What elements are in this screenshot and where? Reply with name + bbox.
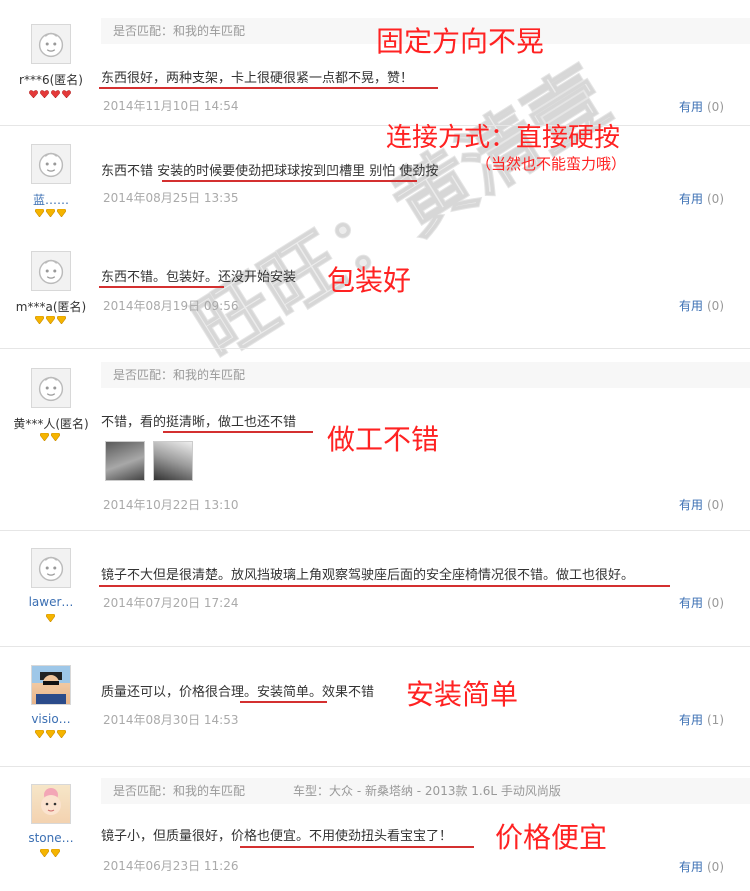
review-text: 镜子小，但质量很好，价格也便宜。不用使劲扭头看宝宝了！ [101, 829, 453, 844]
useful-count: (0) [707, 596, 724, 610]
username[interactable]: 黄***人(匿名) [1, 415, 101, 432]
diamond-badge-icon [46, 209, 55, 217]
avatar[interactable] [31, 784, 71, 824]
match-label: 是否匹配：和我的车匹配 [113, 784, 246, 798]
avatar[interactable] [31, 368, 71, 408]
useful-button[interactable]: 有用 (0) [679, 496, 724, 513]
useful-count: (0) [707, 100, 724, 114]
avatar[interactable] [31, 665, 71, 705]
useful-count: (0) [707, 860, 724, 874]
diamond-badge-icon [46, 316, 55, 324]
username[interactable]: lawer… [1, 595, 101, 609]
username[interactable]: stone… [1, 831, 101, 845]
annotation-label: 安装简单 [406, 678, 519, 711]
highlight-underline [240, 701, 327, 703]
review-text: 东西不错 安装的时候要使劲把球球按到凹槽里 别怕 使劲按 [101, 164, 439, 179]
diamond-badge-icon [40, 433, 49, 441]
user-level-badges [0, 614, 100, 622]
user-level-badges [0, 90, 100, 98]
useful-count: (0) [707, 192, 724, 206]
avatar[interactable] [31, 144, 71, 184]
highlight-underline [240, 846, 474, 848]
review-divider [0, 125, 750, 126]
useful-button[interactable]: 有用 (0) [679, 98, 724, 115]
review-divider [0, 766, 750, 767]
heart-badge-icon [40, 90, 49, 98]
match-label: 是否匹配：和我的车匹配 [113, 24, 246, 38]
car-model-label: 车型：大众 - 新桑塔纳 - 2013款 1.6L 手动风尚版 [293, 784, 561, 798]
highlight-underline [99, 87, 438, 89]
user-level-badges [0, 209, 100, 217]
review-divider [0, 530, 750, 531]
useful-count: (1) [707, 713, 724, 727]
user-photo-icon [36, 672, 66, 704]
diamond-badge-icon [35, 730, 44, 738]
avatar[interactable] [31, 548, 71, 588]
useful-button[interactable]: 有用 (1) [679, 711, 724, 728]
useful-button[interactable]: 有用 (0) [679, 297, 724, 314]
annotation-label: 包装好 [327, 264, 412, 297]
annotation-label: 连接方式：直接硬按 [386, 123, 621, 153]
user-level-badges [0, 849, 100, 857]
review-date: 2014年08月19日 09:56 [103, 299, 239, 313]
annotation-label: 价格便宜 [495, 821, 608, 854]
diamond-badge-icon [57, 316, 66, 324]
match-bar: 是否匹配：和我的车匹配 车型：大众 - 新桑塔纳 - 2013款 1.6L 手动… [101, 778, 750, 804]
review-text: 不错，看的挺清晰，做工也还不错 [101, 415, 297, 430]
highlight-underline [163, 431, 313, 433]
diamond-badge-icon [57, 209, 66, 217]
avatar[interactable] [31, 251, 71, 291]
match-bar: 是否匹配：和我的车匹配 [101, 362, 750, 388]
review-photo-thumbnail[interactable] [153, 441, 193, 481]
username[interactable]: 蓝…… [1, 191, 101, 208]
review-text: 东西很好，两种支架，卡上很硬很紧一点都不晃，赞！ [101, 71, 414, 86]
highlight-underline [99, 286, 224, 288]
annotation-label: 固定方向不晃 [376, 25, 545, 58]
heart-badge-icon [62, 90, 71, 98]
user-level-badges [0, 316, 100, 324]
user-level-badges [0, 433, 100, 441]
useful-count: (0) [707, 498, 724, 512]
diamond-badge-icon [51, 849, 60, 857]
diamond-badge-icon [35, 209, 44, 217]
diamond-badge-icon [35, 316, 44, 324]
review-date: 2014年08月25日 13:35 [103, 191, 239, 205]
review-divider [0, 348, 750, 349]
heart-badge-icon [51, 90, 60, 98]
review-date: 2014年10月22日 13:10 [103, 498, 239, 512]
review-text: 东西不错。包装好。还没开始安装 [101, 270, 297, 285]
diamond-badge-icon [46, 730, 55, 738]
review-date: 2014年11月10日 14:54 [103, 99, 239, 113]
diamond-badge-icon [57, 730, 66, 738]
review-date: 2014年08月30日 14:53 [103, 713, 239, 727]
match-label: 是否匹配：和我的车匹配 [113, 368, 246, 382]
username[interactable]: r***6(匿名) [1, 71, 101, 88]
review-photo-thumbnail[interactable] [105, 441, 145, 481]
diamond-badge-icon [51, 433, 60, 441]
username[interactable]: m***a(匿名) [1, 298, 101, 315]
avatar[interactable] [31, 24, 71, 64]
review-date: 2014年06月23日 11:26 [103, 859, 239, 873]
review-divider [0, 646, 750, 647]
username[interactable]: visio… [1, 712, 101, 726]
annotation-sublabel: （当然也不能蛮力哦） [476, 155, 627, 173]
useful-button[interactable]: 有用 (0) [679, 858, 724, 875]
useful-count: (0) [707, 299, 724, 313]
useful-button[interactable]: 有用 (0) [679, 594, 724, 611]
annotation-label: 做工不错 [327, 423, 440, 456]
diamond-badge-icon [46, 614, 55, 622]
review-text: 镜子不大但是很清楚。放风挡玻璃上角观察驾驶座后面的安全座椅情况很不错。做工也很好… [101, 568, 635, 583]
highlight-underline [162, 180, 417, 182]
diamond-badge-icon [40, 849, 49, 857]
user-level-badges [0, 730, 100, 738]
heart-badge-icon [29, 90, 38, 98]
review-date: 2014年07月20日 17:24 [103, 596, 239, 610]
useful-button[interactable]: 有用 (0) [679, 190, 724, 207]
baby-photo-icon [41, 788, 61, 815]
highlight-underline [99, 585, 670, 587]
review-text: 质量还可以，价格很合理。安装简单。效果不错 [101, 685, 375, 700]
